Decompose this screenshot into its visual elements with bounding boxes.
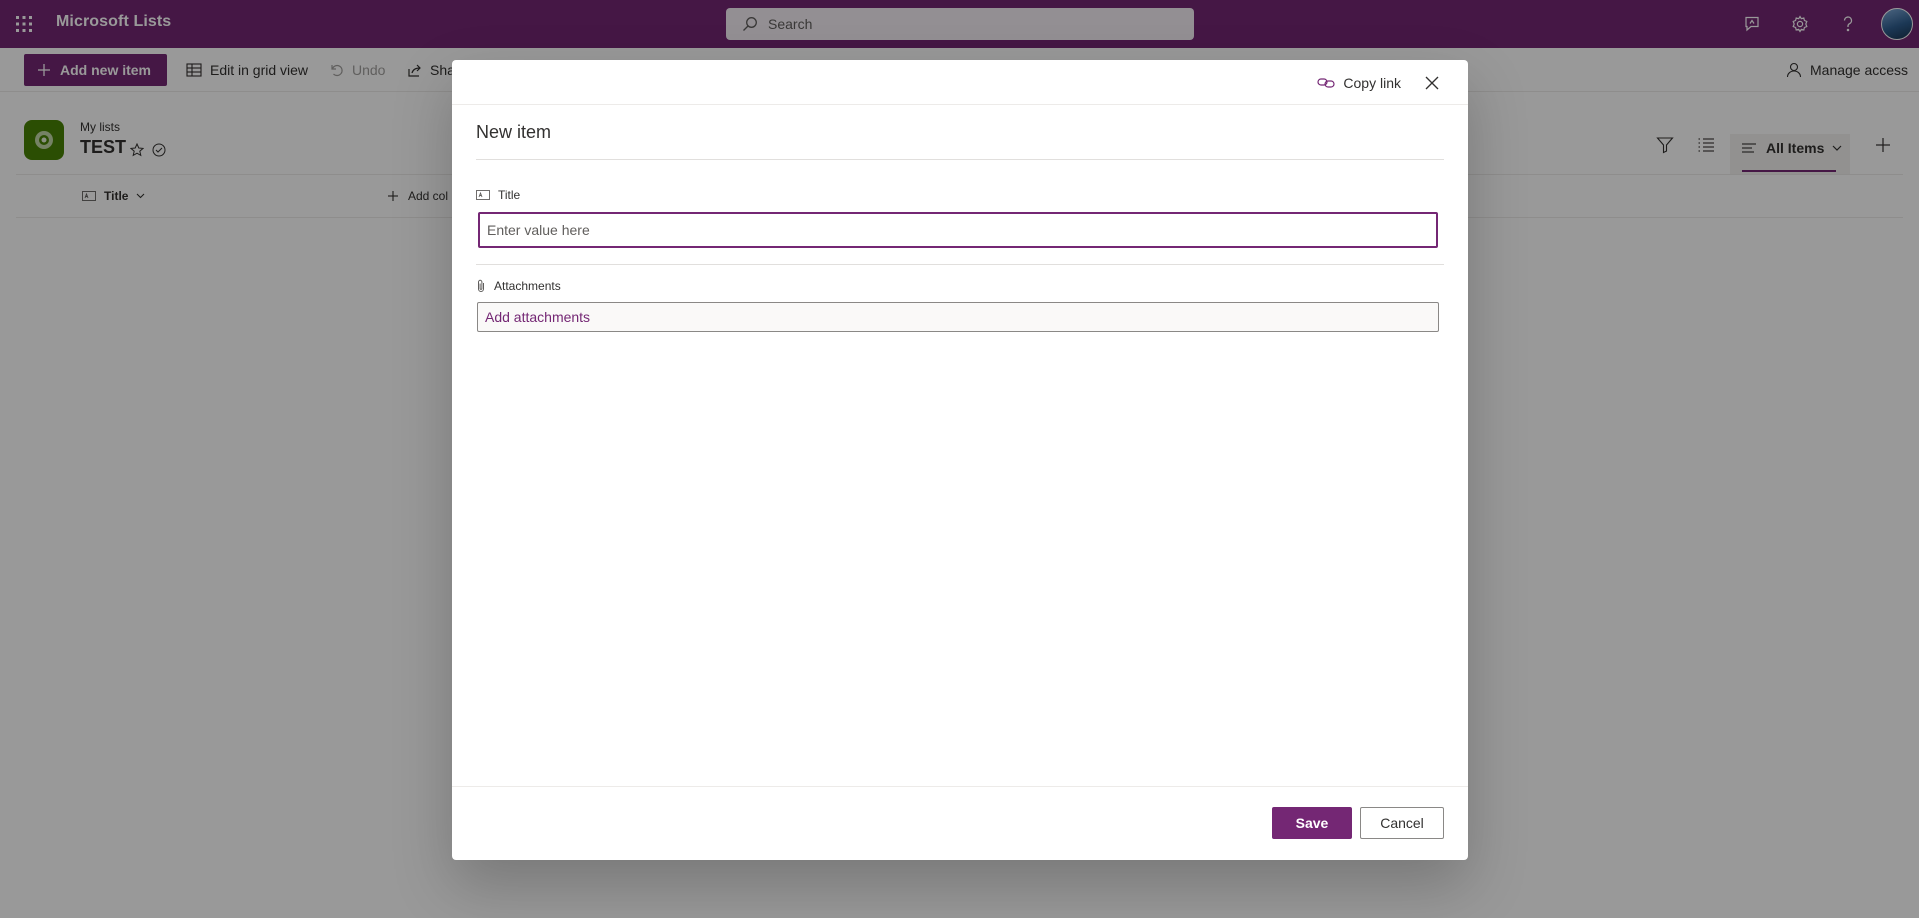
- text-field-icon: [476, 190, 490, 200]
- divider: [476, 159, 1444, 160]
- title-input[interactable]: [478, 212, 1438, 248]
- title-field-label: Title: [476, 188, 520, 202]
- dialog-toolbar: Copy link: [452, 60, 1468, 105]
- close-button[interactable]: [1422, 73, 1442, 93]
- title-label-text: Title: [498, 188, 521, 202]
- dialog-footer: Save Cancel: [452, 786, 1468, 860]
- close-icon: [1425, 76, 1439, 90]
- cancel-button[interactable]: Cancel: [1360, 807, 1444, 839]
- new-item-dialog: Copy link New item Title Attachments Add…: [452, 60, 1468, 860]
- attachments-field-label: Attachments: [476, 279, 561, 293]
- save-button[interactable]: Save: [1272, 807, 1352, 839]
- copy-link-label: Copy link: [1343, 75, 1401, 91]
- attachments-label-text: Attachments: [494, 279, 561, 293]
- dialog-title: New item: [476, 122, 552, 142]
- copy-link-button[interactable]: Copy link: [1317, 72, 1401, 94]
- divider: [476, 264, 1444, 265]
- paperclip-icon: [476, 279, 486, 293]
- link-icon: [1317, 77, 1336, 89]
- add-attachments-button[interactable]: Add attachments: [477, 302, 1439, 332]
